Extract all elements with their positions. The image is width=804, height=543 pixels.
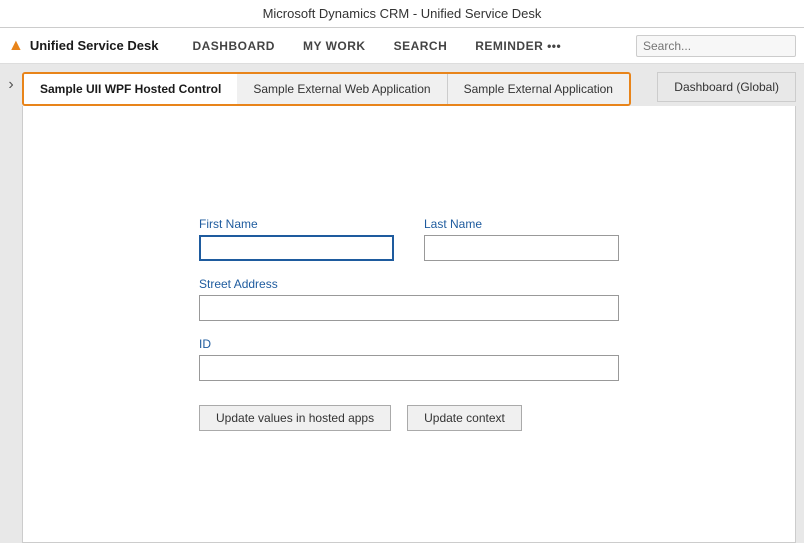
nav-search-input[interactable] <box>636 35 796 57</box>
address-row: Street Address <box>199 277 619 321</box>
street-address-label: Street Address <box>199 277 619 291</box>
nav-item-dashboard[interactable]: DASHBOARD <box>178 28 289 64</box>
first-name-label: First Name <box>199 217 394 231</box>
tab-separator <box>631 72 657 106</box>
nav-item-search[interactable]: SEARCH <box>380 28 462 64</box>
nav-item-reminder[interactable]: REMINDER ••• <box>461 28 575 64</box>
app-title: Unified Service Desk <box>30 38 159 53</box>
last-name-label: Last Name <box>424 217 619 231</box>
tabs-row: Sample UII WPF Hosted Control Sample Ext… <box>22 72 796 106</box>
buttons-row: Update values in hosted apps Update cont… <box>199 405 619 431</box>
street-address-input[interactable] <box>199 295 619 321</box>
first-name-field: First Name <box>199 217 394 261</box>
name-row: First Name Last Name <box>199 217 619 261</box>
tab-ext-app[interactable]: Sample External Application <box>448 74 629 104</box>
tab-dashboard-global[interactable]: Dashboard (Global) <box>657 72 796 102</box>
update-context-button[interactable]: Update context <box>407 405 522 431</box>
top-nav: ▲ Unified Service Desk DASHBOARD MY WORK… <box>0 28 804 64</box>
street-address-field: Street Address <box>199 277 619 321</box>
nav-right <box>636 35 796 57</box>
id-row: ID <box>199 337 619 381</box>
id-label: ID <box>199 337 619 351</box>
form-container: First Name Last Name Street Address <box>199 217 619 431</box>
nav-items: DASHBOARD MY WORK SEARCH REMINDER ••• <box>178 28 636 64</box>
update-hosted-apps-button[interactable]: Update values in hosted apps <box>199 405 391 431</box>
tab-wpf[interactable]: Sample UII WPF Hosted Control <box>24 74 237 104</box>
last-name-input[interactable] <box>424 235 619 261</box>
title-bar-text: Microsoft Dynamics CRM - Unified Service… <box>263 6 542 21</box>
id-field: ID <box>199 337 619 381</box>
logo-area: ▲ Unified Service Desk <box>8 37 158 55</box>
nav-item-mywork[interactable]: MY WORK <box>289 28 380 64</box>
content-area: Sample UII WPF Hosted Control Sample Ext… <box>22 64 804 543</box>
first-name-input[interactable] <box>199 235 394 261</box>
main-area: › Sample UII WPF Hosted Control Sample E… <box>0 64 804 543</box>
chevron-right-icon: › <box>8 76 13 94</box>
sidebar-toggle[interactable]: › <box>0 64 22 543</box>
title-bar: Microsoft Dynamics CRM - Unified Service… <box>0 0 804 28</box>
id-input[interactable] <box>199 355 619 381</box>
main-panel: First Name Last Name Street Address <box>22 106 796 543</box>
last-name-field: Last Name <box>424 217 619 261</box>
tab-web-app[interactable]: Sample External Web Application <box>237 74 447 104</box>
tab-group: Sample UII WPF Hosted Control Sample Ext… <box>22 72 631 106</box>
logo-icon: ▲ <box>8 37 24 55</box>
